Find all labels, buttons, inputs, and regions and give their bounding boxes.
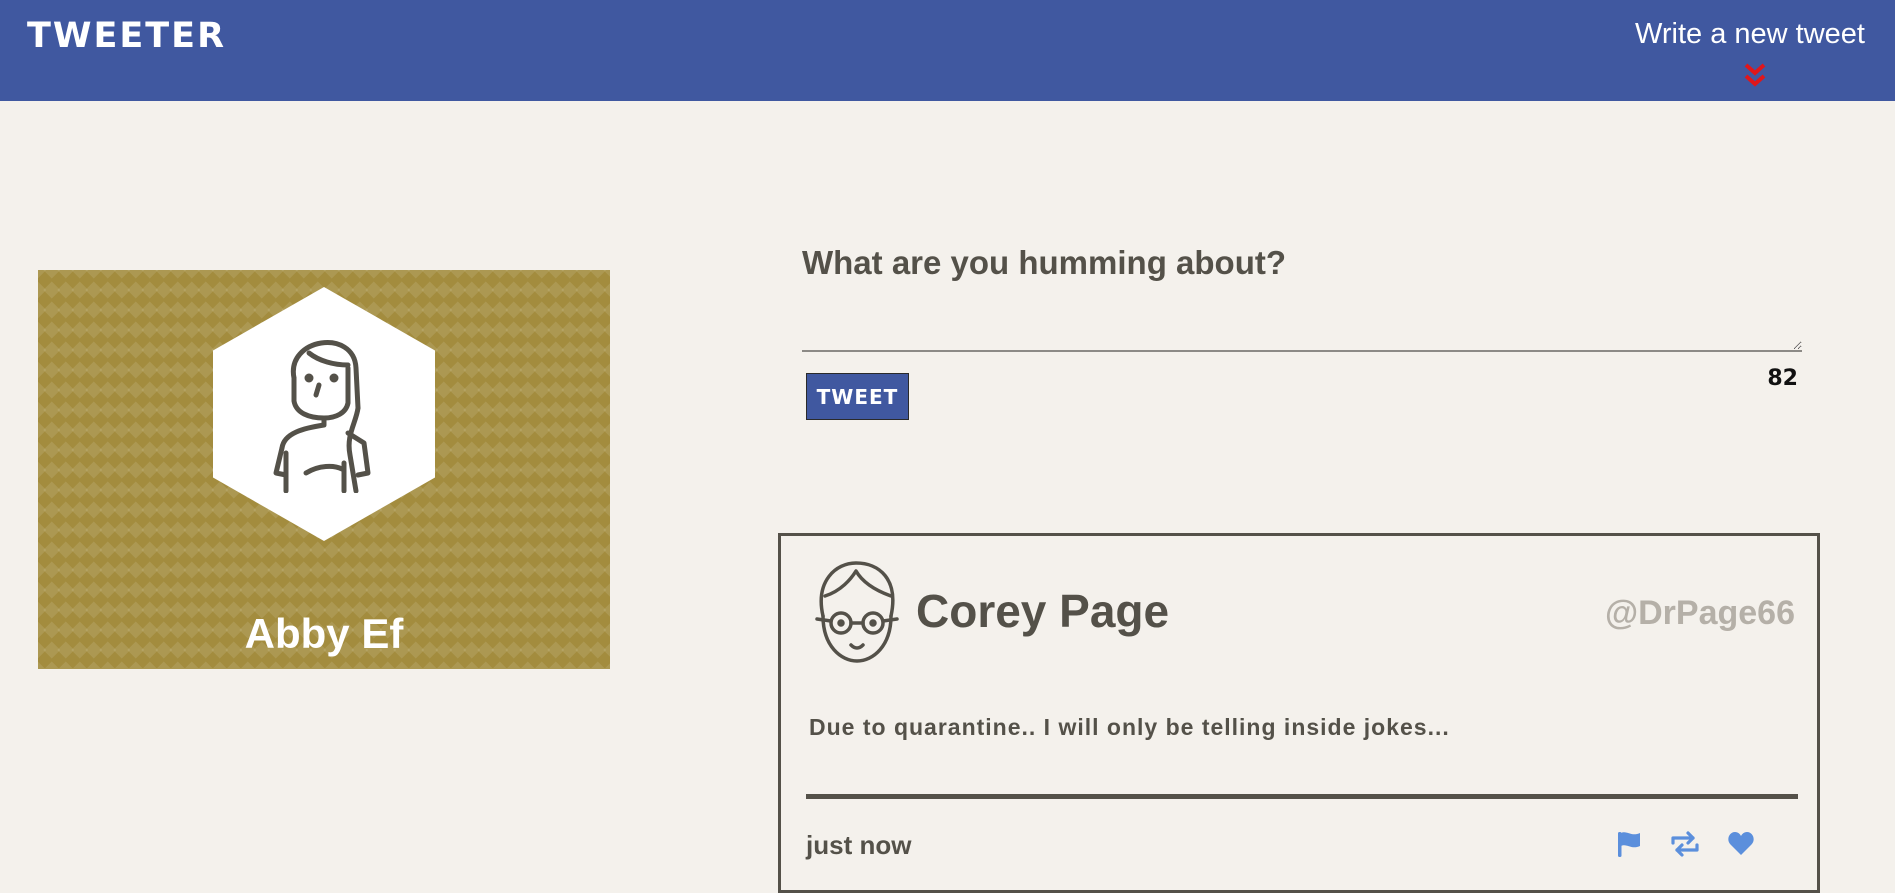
- tweet-timestamp: just now: [806, 830, 912, 860]
- tweet-text: Due to quarantine.. I will only be telli…: [809, 714, 1450, 740]
- double-chevron-down-icon[interactable]: [1742, 62, 1768, 90]
- heart-icon[interactable]: [1727, 830, 1755, 858]
- compose-textarea[interactable]: [802, 290, 1802, 352]
- write-new-tweet-link[interactable]: Write a new tweet: [1635, 18, 1865, 51]
- retweet-icon[interactable]: [1669, 830, 1701, 858]
- compose-prompt: What are you humming about?: [802, 244, 1286, 281]
- flag-icon[interactable]: [1616, 830, 1642, 858]
- profile-card: Abby Ef: [38, 270, 610, 669]
- top-navigation-bar: TWEETER Write a new tweet: [0, 0, 1895, 101]
- man-with-glasses-avatar-icon: [815, 561, 899, 663]
- tweet-button[interactable]: TWEET: [806, 373, 909, 420]
- tweet-author-name[interactable]: Corey Page: [916, 584, 1169, 638]
- woman-avatar-icon: [273, 340, 371, 493]
- brand-logo[interactable]: TWEETER: [27, 16, 226, 56]
- avatar-hexagon: [213, 287, 435, 541]
- character-counter: 82: [1767, 366, 1798, 391]
- tweet-divider: [806, 794, 1798, 799]
- profile-name: Abby Ef: [244, 610, 404, 657]
- tweet-card: Corey Page @DrPage66 Due to quarantine..…: [778, 533, 1820, 893]
- tweet-author-handle[interactable]: @DrPage66: [1605, 594, 1795, 633]
